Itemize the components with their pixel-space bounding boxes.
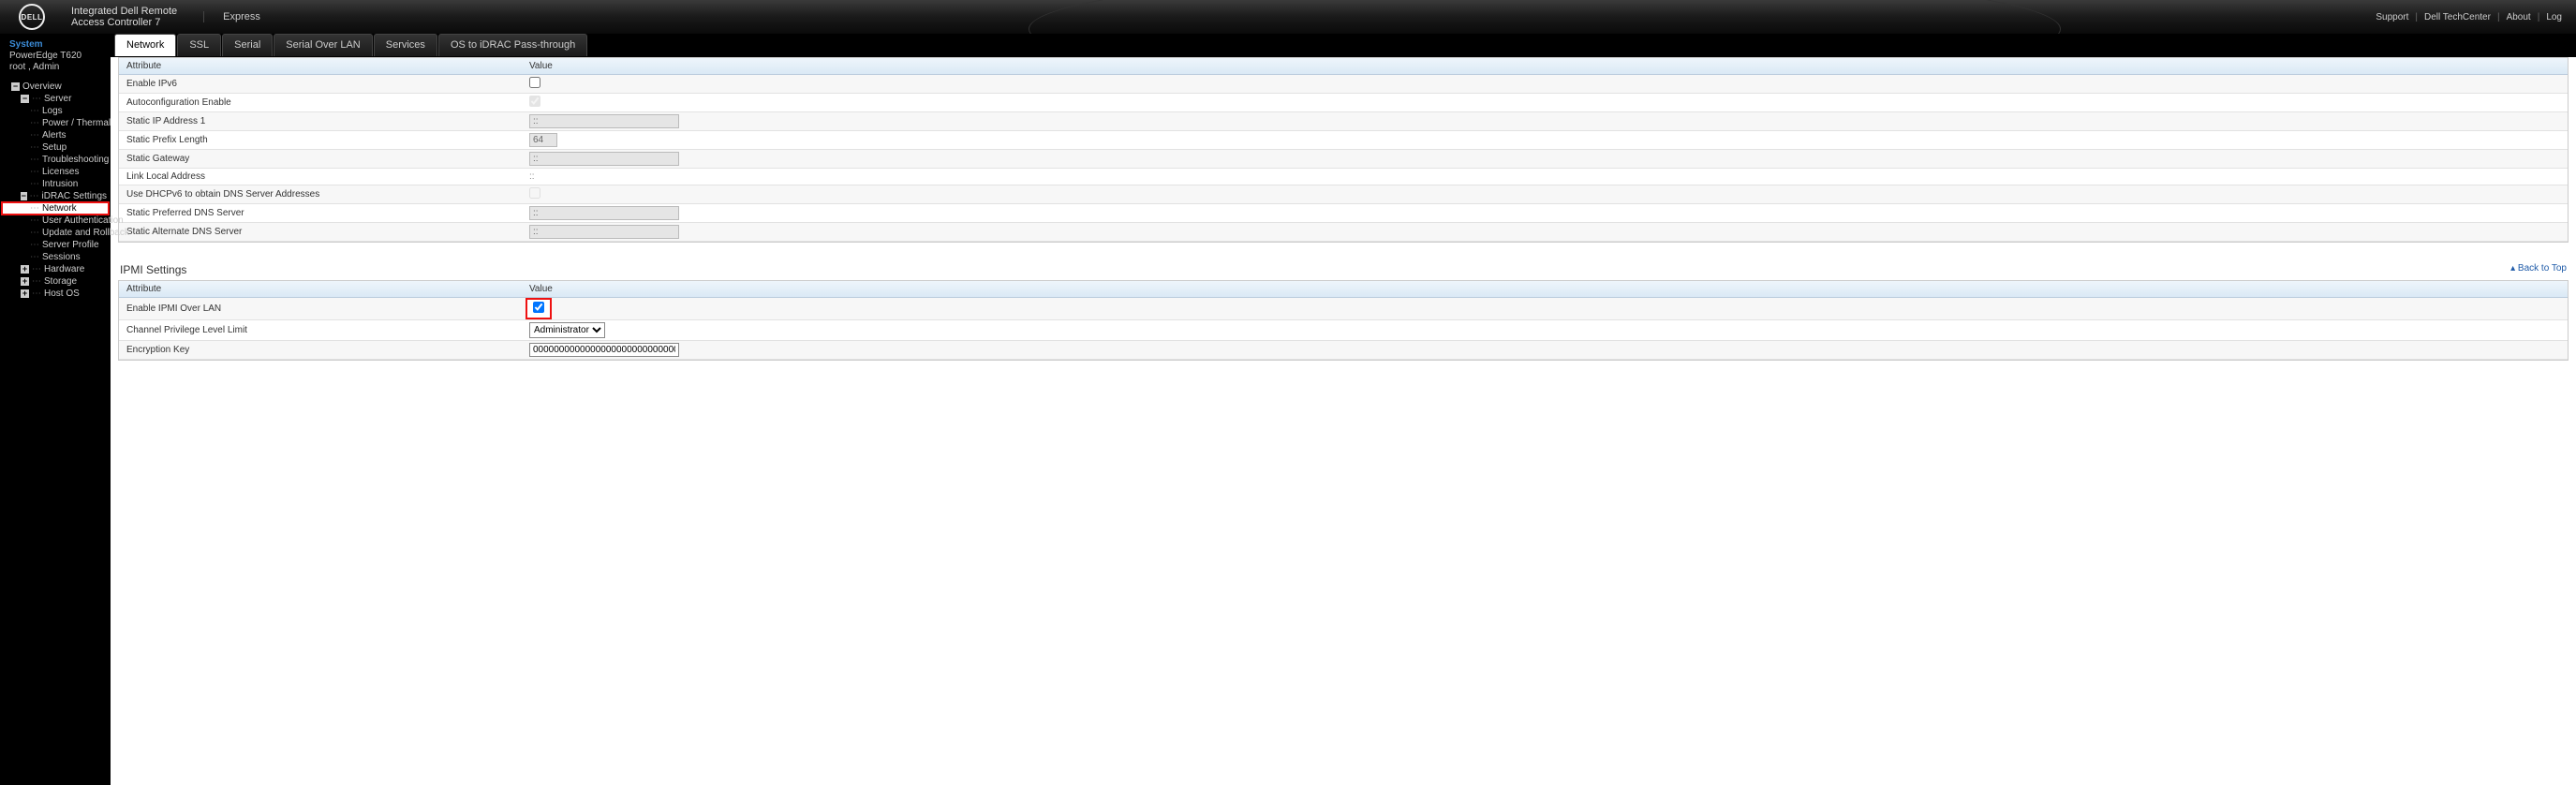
row-enable-ipv6: Enable IPv6 [119,75,2568,94]
page-tabs: Network SSL Serial Serial Over LAN Servi… [0,34,2576,57]
tab-ssl[interactable]: SSL [177,34,221,56]
collapse-icon[interactable]: − [21,95,29,103]
row-pref-dns: Static Preferred DNS Server [119,204,2568,223]
tree-power-thermal[interactable]: ⋯Power / Thermal [2,117,109,129]
priv-level-select[interactable]: Administrator [529,322,605,338]
tab-serial-over-lan[interactable]: Serial Over LAN [274,34,372,56]
link-support[interactable]: Support [2371,12,2413,22]
col-attribute: Attribute [119,58,522,74]
alt-dns-input [529,225,679,239]
system-label[interactable]: System [9,39,105,51]
grid-header: Attribute Value [119,58,2568,75]
tab-serial[interactable]: Serial [222,34,273,56]
col-value: Value [522,58,2568,74]
expand-icon[interactable]: + [21,265,29,274]
row-priv-level: Channel Privilege Level Limit Administra… [119,320,2568,341]
row-autoconf: Autoconfiguration Enable [119,94,2568,112]
dell-logo: DELL [19,4,45,30]
collapse-icon[interactable]: − [21,192,27,200]
tree-alerts[interactable]: ⋯Alerts [2,129,109,141]
ipmi-heading: IPMI Settings Back to Top [118,256,2569,280]
tree-server-profile[interactable]: ⋯Server Profile [2,239,109,251]
enable-ipmi-highlight [526,298,552,319]
pref-dns-input [529,206,679,220]
row-link-local: Link Local Address :: [119,169,2568,185]
tree-licenses[interactable]: ⋯Licenses [2,166,109,178]
tree-intrusion[interactable]: ⋯Intrusion [2,178,109,190]
system-block: System PowerEdge T620 root , Admin [0,36,111,79]
app-header: DELL Integrated Dell Remote Access Contr… [0,0,2576,34]
col-attribute: Attribute [119,281,522,297]
product-title-line1: Integrated Dell Remote [71,6,177,17]
product-title: Integrated Dell Remote Access Controller… [71,6,177,28]
ipmi-panel: IPMI Settings Back to Top Attribute Valu… [118,256,2569,361]
tree-server[interactable]: −⋯Server [2,93,109,105]
row-gateway: Static Gateway [119,150,2568,169]
system-model: PowerEdge T620 [9,51,105,62]
prefix-len-input [529,133,557,147]
dhcpv6-dns-checkbox [529,187,540,199]
link-about[interactable]: About [2502,12,2536,22]
system-user: root , Admin [9,62,105,73]
link-local-value: :: [522,170,2568,184]
ipv6-panel: Attribute Value Enable IPv6 Autoconfigur… [118,57,2569,243]
ipv6-grid: Attribute Value Enable IPv6 Autoconfigur… [118,57,2569,243]
enable-ipv6-checkbox[interactable] [529,77,540,88]
static-ip1-input [529,114,679,128]
tree-hostos[interactable]: +⋯Host OS [2,288,109,300]
tree-idrac-settings[interactable]: −⋯iDRAC Settings [2,190,109,202]
tree-storage[interactable]: +⋯Storage [2,275,109,288]
encryption-key-input[interactable] [529,343,679,357]
back-to-top-link[interactable]: Back to Top [2510,263,2567,274]
nav-sidebar: System PowerEdge T620 root , Admin −Over… [0,34,111,785]
tree-sessions[interactable]: ⋯Sessions [2,251,109,263]
row-alt-dns: Static Alternate DNS Server [119,223,2568,242]
tree-troubleshooting[interactable]: ⋯Troubleshooting [2,154,109,166]
row-enable-ipmi: Enable IPMI Over LAN [119,298,2568,320]
tree-idrac-network[interactable]: ⋯Network [2,202,109,215]
tree-update-rollback[interactable]: ⋯Update and Rollback [2,227,109,239]
expand-icon[interactable]: + [21,277,29,286]
row-enc-key: Encryption Key [119,341,2568,360]
grid-header: Attribute Value [119,281,2568,298]
product-title-line2: Access Controller 7 [71,17,177,28]
tree-logs[interactable]: ⋯Logs [2,105,109,117]
main-content: Attribute Value Enable IPv6 Autoconfigur… [111,57,2576,785]
tree-overview[interactable]: −Overview [2,81,109,93]
tree-setup[interactable]: ⋯Setup [2,141,109,154]
row-use-dhcpv6: Use DHCPv6 to obtain DNS Server Addresse… [119,185,2568,204]
gateway-input [529,152,679,166]
tab-os-passthrough[interactable]: OS to iDRAC Pass-through [438,34,587,56]
tree-user-auth[interactable]: ⋯User Authentication [2,215,109,227]
product-edition: Express [203,11,260,22]
row-static-ip1: Static IP Address 1 [119,112,2568,131]
ipmi-title: IPMI Settings [120,263,186,276]
col-value: Value [522,281,2568,297]
collapse-icon[interactable]: − [11,82,20,91]
enable-ipmi-checkbox[interactable] [533,302,544,313]
link-techcenter[interactable]: Dell TechCenter [2420,12,2495,22]
autoconf-checkbox [529,96,540,107]
row-prefix-len: Static Prefix Length [119,131,2568,150]
ipmi-grid: Attribute Value Enable IPMI Over LAN Cha… [118,280,2569,361]
header-links: Support| Dell TechCenter| About| Log [2371,12,2567,22]
link-logout[interactable]: Log [2541,12,2567,22]
expand-icon[interactable]: + [21,289,29,298]
tab-services[interactable]: Services [374,34,437,56]
tab-network[interactable]: Network [114,34,176,56]
nav-tree: −Overview −⋯Server ⋯Logs ⋯Power / Therma… [0,79,111,302]
tree-hardware[interactable]: +⋯Hardware [2,263,109,275]
